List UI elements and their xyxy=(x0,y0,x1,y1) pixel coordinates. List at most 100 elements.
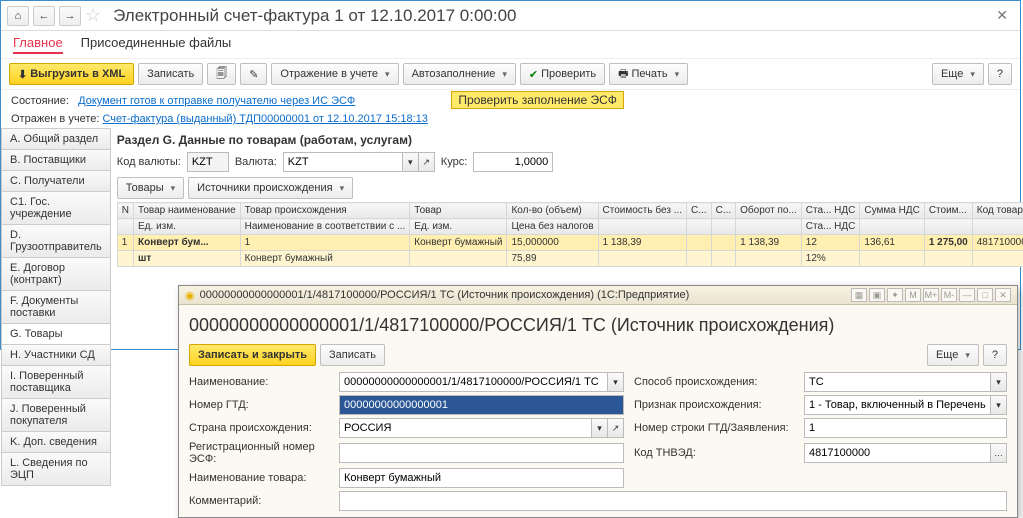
th2-ed[interactable]: Ед. изм. xyxy=(134,219,241,235)
open-icon[interactable]: ↗ xyxy=(608,418,624,438)
method-input[interactable] xyxy=(804,372,991,392)
th-c2[interactable]: С... xyxy=(711,203,736,219)
cur-dd-icon[interactable]: ▾ xyxy=(403,152,419,172)
dd-icon[interactable]: ▾ xyxy=(608,372,624,392)
th-cost[interactable]: Стоимость без ... xyxy=(598,203,687,219)
ellipsis-icon[interactable]: … xyxy=(991,443,1007,463)
dd-icon[interactable]: ▾ xyxy=(991,372,1007,392)
th-n[interactable]: N xyxy=(117,203,133,219)
th-src[interactable]: Товар происхождения xyxy=(240,203,410,219)
help-icon[interactable]: ? xyxy=(988,63,1012,85)
reg-label: Регистрационный номер ЭСФ: xyxy=(189,441,329,465)
close-icon[interactable]: ✕ xyxy=(995,288,1011,302)
status-link[interactable]: Документ готов к отправке получателю чер… xyxy=(78,95,355,107)
nav-f[interactable]: F. Документы поставки xyxy=(1,291,111,324)
dd-icon[interactable]: ▾ xyxy=(592,418,608,438)
dialog-titlebar: ◉ 00000000000000001/1/4817100000/РОССИЯ/… xyxy=(179,286,1017,305)
th2-0[interactable] xyxy=(117,219,133,235)
currency-input[interactable] xyxy=(283,152,403,172)
more-button[interactable]: Еще xyxy=(932,63,984,85)
th-tovar[interactable]: Товар xyxy=(410,203,507,219)
app-icon: ◉ xyxy=(185,289,195,302)
th-qty[interactable]: Кол-во (объем) xyxy=(507,203,598,219)
th-kod[interactable]: Код товара... xyxy=(972,203,1023,219)
nav-j[interactable]: J. Поверенный покупателя xyxy=(1,399,111,432)
goods-table[interactable]: N Товар наименование Товар происхождения… xyxy=(117,202,1023,267)
tab-main[interactable]: Главное xyxy=(13,35,63,54)
th-c1[interactable]: С... xyxy=(687,203,712,219)
goods-dropdown[interactable]: Товары xyxy=(117,177,184,199)
th2-price[interactable]: Цена без налогов xyxy=(507,219,598,235)
nav-l[interactable]: L. Сведения по ЭЦП xyxy=(1,453,111,486)
gtd-input[interactable] xyxy=(339,395,624,415)
dlg-help-icon[interactable]: ? xyxy=(983,344,1007,366)
status-label: Состояние: xyxy=(11,95,69,107)
minimize-icon[interactable]: — xyxy=(959,288,975,302)
th2-snds[interactable]: Ста... НДС xyxy=(801,219,860,235)
dlg-save-button[interactable]: Записать xyxy=(320,344,385,366)
reg-input[interactable] xyxy=(339,443,624,463)
wb-icon-1[interactable]: ▦ xyxy=(851,288,867,302)
reflect-link[interactable]: Счет-фактура (выданный) ТДП00000001 от 1… xyxy=(102,113,427,125)
th2-name[interactable]: Наименование в соответствии с ... xyxy=(240,219,410,235)
comment-input[interactable] xyxy=(339,491,1007,511)
nav-h[interactable]: H. Участники СД xyxy=(1,345,111,366)
table-row[interactable]: 1 Конверт бум... 1 Конверт бумажный 15,0… xyxy=(117,235,1023,251)
wb-mplus[interactable]: M+ xyxy=(923,288,939,302)
cur-open-icon[interactable]: ↗ xyxy=(419,152,435,172)
line-input[interactable] xyxy=(804,418,1007,438)
print-dropdown[interactable]: 🖶 Печать xyxy=(609,63,688,85)
save-close-button[interactable]: Записать и закрыть xyxy=(189,344,316,366)
wb-icon-3[interactable]: ✦ xyxy=(887,288,903,302)
check-fill-button[interactable]: Проверить заполнение ЭСФ xyxy=(451,91,623,109)
code-input[interactable] xyxy=(187,152,229,172)
th-name[interactable]: Товар наименование xyxy=(134,203,241,219)
tnved-label: Код ТНВЭД: xyxy=(634,447,794,459)
status-row-2: Отражен в учете: Счет-фактура (выданный)… xyxy=(1,110,1020,128)
favorite-icon[interactable]: ☆ xyxy=(85,5,101,26)
dlg-more-button[interactable]: Еще xyxy=(927,344,979,366)
autofill-dropdown[interactable]: Автозаполнение xyxy=(403,63,516,85)
country-input[interactable] xyxy=(339,418,592,438)
forward-icon[interactable]: → xyxy=(59,6,81,26)
sign-input[interactable] xyxy=(804,395,991,415)
nav-c1[interactable]: С1. Гос. учреждение xyxy=(1,192,111,225)
status-row-1: Состояние: Документ готов к отправке пол… xyxy=(1,90,1020,110)
wb-mminus[interactable]: M- xyxy=(941,288,957,302)
sign-label: Признак происхождения: xyxy=(634,399,794,411)
th-snds[interactable]: Ста... НДС xyxy=(801,203,860,219)
sources-dropdown[interactable]: Источники происхождения xyxy=(188,177,353,199)
toolbar: ⬇ Выгрузить в XML Записать 🗐 ✎ Отражение… xyxy=(1,58,1020,90)
rate-input[interactable] xyxy=(473,152,553,172)
home-icon[interactable]: ⌂ xyxy=(7,6,29,26)
reflect-dropdown[interactable]: Отражение в учете xyxy=(271,63,398,85)
table-row[interactable]: шт Конверт бумажный 75,89 12% 0000000000… xyxy=(117,251,1023,267)
th-stoim[interactable]: Стоим... xyxy=(924,203,972,219)
th2-ed2[interactable]: Ед. изм. xyxy=(410,219,507,235)
tab-files[interactable]: Присоединенные файлы xyxy=(81,35,232,54)
maximize-icon[interactable]: □ xyxy=(977,288,993,302)
name-input[interactable] xyxy=(339,372,608,392)
th-nds[interactable]: Сумма НДС xyxy=(860,203,924,219)
nav-a[interactable]: А. Общий раздел xyxy=(1,129,111,150)
tool-icon-1[interactable]: 🗐 xyxy=(207,63,236,85)
dd-icon[interactable]: ▾ xyxy=(991,395,1007,415)
export-xml-button[interactable]: ⬇ Выгрузить в XML xyxy=(9,63,134,85)
nav-k[interactable]: K. Доп. сведения xyxy=(1,432,111,453)
nav-d[interactable]: D. Грузоотправитель xyxy=(1,225,111,258)
back-icon[interactable]: ← xyxy=(33,6,55,26)
check-button[interactable]: ✔ Проверить xyxy=(520,63,605,85)
close-icon[interactable]: ✕ xyxy=(990,7,1014,24)
nav-c[interactable]: С. Получатели xyxy=(1,171,111,192)
good-input[interactable] xyxy=(339,468,624,488)
nav-b[interactable]: В. Поставщики xyxy=(1,150,111,171)
th-ob[interactable]: Оборот по... xyxy=(736,203,802,219)
wb-icon-2[interactable]: ▣ xyxy=(869,288,885,302)
nav-e[interactable]: E. Договор (контракт) xyxy=(1,258,111,291)
nav-g[interactable]: G. Товары xyxy=(1,324,111,345)
wb-m[interactable]: M xyxy=(905,288,921,302)
edit-icon[interactable]: ✎ xyxy=(240,63,267,85)
nav-i[interactable]: I. Поверенный поставщика xyxy=(1,366,111,399)
tnved-input[interactable] xyxy=(804,443,991,463)
save-button[interactable]: Записать xyxy=(138,63,203,85)
